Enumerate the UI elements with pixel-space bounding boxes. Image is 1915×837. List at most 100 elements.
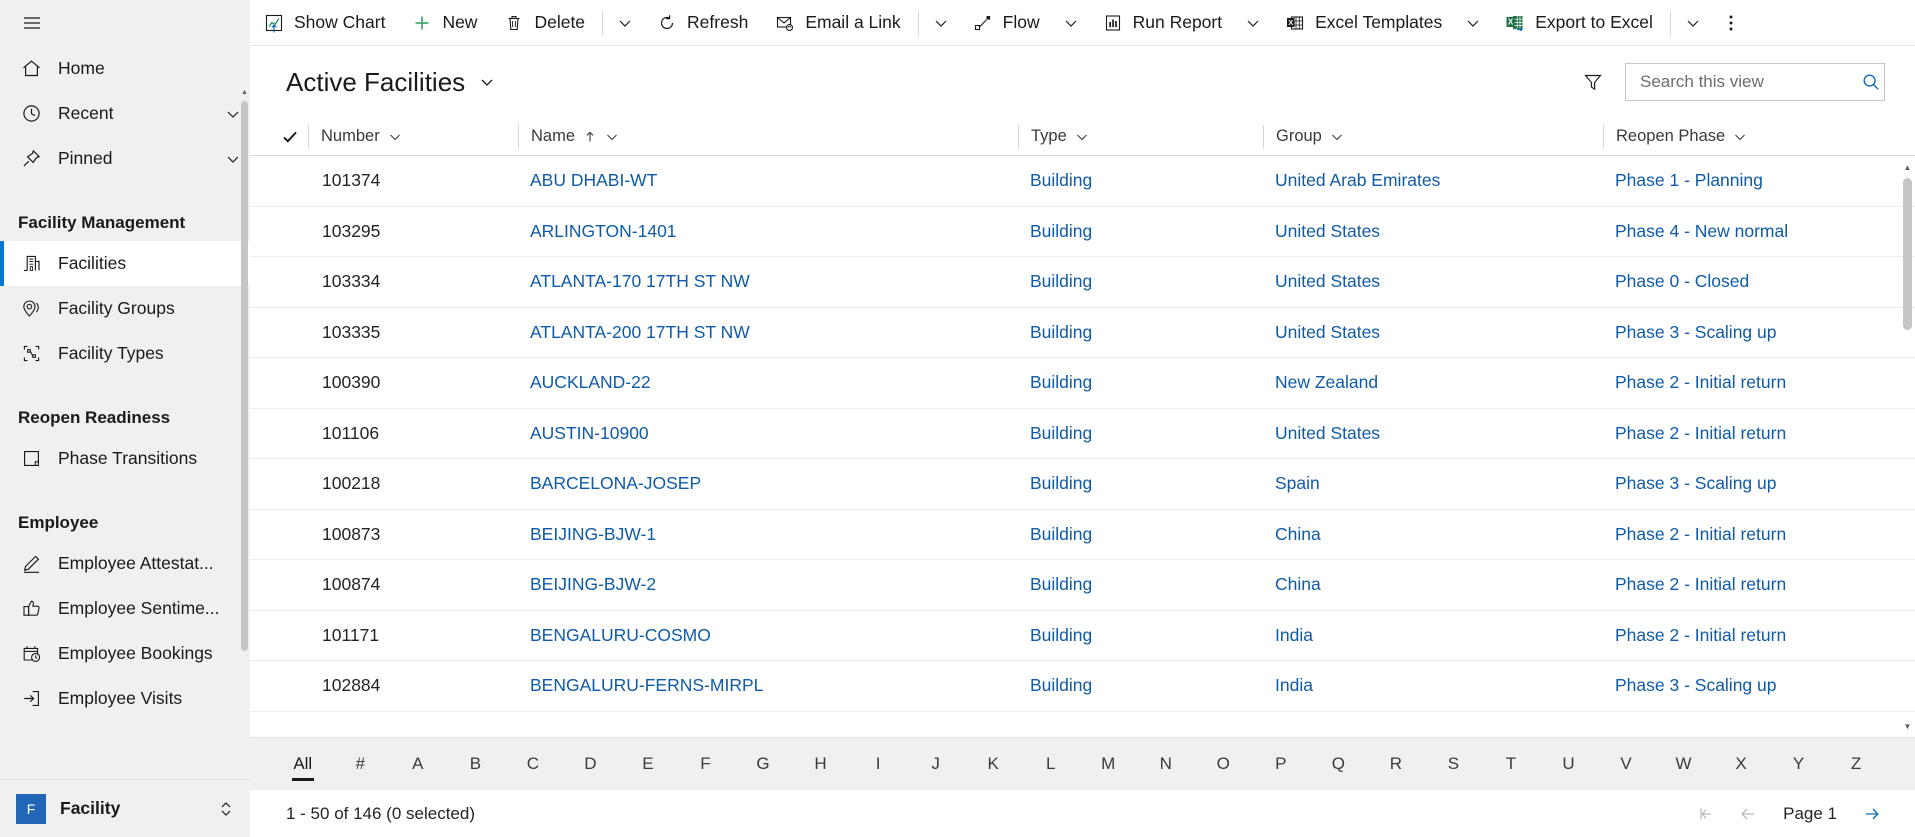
search-container[interactable]	[1625, 63, 1885, 101]
cell-reopen-phase-link[interactable]: Phase 1 - Planning	[1603, 170, 1851, 191]
alphabet-filter-u[interactable]: U	[1540, 747, 1598, 781]
sidebar-item-facilities[interactable]: Facilities	[0, 241, 250, 286]
alphabet-filter-q[interactable]: Q	[1310, 747, 1368, 781]
alphabet-filter-b[interactable]: B	[447, 747, 505, 781]
table-row[interactable]: 101171 BENGALURU-COSMO Building India Phase …	[250, 611, 1915, 661]
alphabet-filter-t[interactable]: T	[1482, 747, 1540, 781]
table-row[interactable]: 101374 ABU DHABI-WT Building United Arab Em…	[250, 156, 1915, 207]
email-a-link-caret-button[interactable]	[923, 0, 959, 46]
excel-templates-button[interactable]: X Excel Templates	[1271, 0, 1455, 46]
run-report-button[interactable]: Run Report	[1089, 0, 1236, 46]
cell-group-link[interactable]: United States	[1263, 423, 1603, 444]
alphabet-filter-z[interactable]: Z	[1827, 747, 1885, 781]
sidebar-item-phase-transitions[interactable]: Phase Transitions	[0, 436, 250, 481]
flow-button[interactable]: Flow	[959, 0, 1053, 46]
sidebar-item-employee-bookings[interactable]: Employee Bookings	[0, 631, 250, 676]
cell-type-link[interactable]: Building	[1018, 423, 1263, 444]
cell-group-link[interactable]: China	[1263, 574, 1603, 595]
cell-name-link[interactable]: AUCKLAND-22	[518, 372, 1018, 393]
cell-name-link[interactable]: BENGALURU-FERNS-MIRPL	[518, 675, 1018, 696]
cell-reopen-phase-link[interactable]: Phase 3 - Scaling up	[1603, 675, 1851, 696]
cell-reopen-phase-link[interactable]: Phase 3 - Scaling up	[1603, 322, 1851, 343]
sidebar-item-facility-types[interactable]: Facility Types	[0, 331, 250, 376]
alphabet-filter-all[interactable]: All	[274, 747, 332, 781]
alphabet-filter-f[interactable]: F	[677, 747, 735, 781]
run-report-caret-button[interactable]	[1235, 0, 1271, 46]
cell-name-link[interactable]: BENGALURU-COSMO	[518, 625, 1018, 646]
cell-type-link[interactable]: Building	[1018, 574, 1263, 595]
column-header-group[interactable]: Group	[1263, 124, 1603, 149]
show-chart-button[interactable]: Show Chart	[250, 0, 398, 46]
grid-scrollbar-thumb[interactable]	[1903, 178, 1912, 330]
first-page-button[interactable]	[1687, 795, 1725, 833]
excel-templates-caret-button[interactable]	[1455, 0, 1491, 46]
sidebar-item-facility-groups[interactable]: Facility Groups	[0, 286, 250, 331]
table-row[interactable]: 103295 ARLINGTON-1401 Building United State…	[250, 207, 1915, 257]
sidebar-item-home[interactable]: Home	[0, 46, 250, 91]
cell-group-link[interactable]: China	[1263, 524, 1603, 545]
cell-group-link[interactable]: Spain	[1263, 473, 1603, 494]
alphabet-filter-w[interactable]: W	[1655, 747, 1713, 781]
alphabet-filter-m[interactable]: M	[1079, 747, 1137, 781]
chevron-down-icon[interactable]	[1330, 130, 1344, 144]
next-page-button[interactable]	[1853, 795, 1891, 833]
column-header-number[interactable]: Number	[308, 124, 518, 149]
chevron-down-icon[interactable]	[477, 72, 497, 92]
alphabet-filter-j[interactable]: J	[907, 747, 965, 781]
cell-name-link[interactable]: BEIJING-BJW-1	[518, 524, 1018, 545]
cell-reopen-phase-link[interactable]: Phase 4 - New normal	[1603, 221, 1851, 242]
alphabet-filter-k[interactable]: K	[964, 747, 1022, 781]
cell-name-link[interactable]: ATLANTA-170 17TH ST NW	[518, 271, 1018, 292]
alphabet-filter-h[interactable]: H	[792, 747, 850, 781]
cell-type-link[interactable]: Building	[1018, 524, 1263, 545]
view-selector[interactable]: Active Facilities	[286, 67, 497, 98]
chevron-down-icon[interactable]	[1733, 130, 1747, 144]
cell-reopen-phase-link[interactable]: Phase 0 - Closed	[1603, 271, 1851, 292]
cell-reopen-phase-link[interactable]: Phase 2 - Initial return	[1603, 574, 1851, 595]
cell-name-link[interactable]: ABU DHABI-WT	[518, 170, 1018, 191]
cell-group-link[interactable]: India	[1263, 675, 1603, 696]
table-row[interactable]: 100218 BARCELONA-JOSEP Building Spain Phase …	[250, 459, 1915, 510]
cell-group-link[interactable]: United Arab Emirates	[1263, 170, 1603, 191]
sidebar-item-employee-attestations[interactable]: Employee Attestat...	[0, 541, 250, 586]
cell-type-link[interactable]: Building	[1018, 473, 1263, 494]
new-button[interactable]: New	[398, 0, 490, 46]
alphabet-filter-o[interactable]: O	[1195, 747, 1253, 781]
table-row[interactable]: 103334 ATLANTA-170 17TH ST NW Building Unit…	[250, 257, 1915, 308]
alphabet-filter-i[interactable]: I	[849, 747, 907, 781]
alphabet-filter-x[interactable]: X	[1712, 747, 1770, 781]
delete-button[interactable]: Delete	[490, 0, 598, 46]
column-header-type[interactable]: Type	[1018, 124, 1263, 149]
cell-reopen-phase-link[interactable]: Phase 2 - Initial return	[1603, 524, 1851, 545]
cell-reopen-phase-link[interactable]: Phase 3 - Scaling up	[1603, 473, 1851, 494]
sidebar-item-employee-visits[interactable]: Employee Visits	[0, 676, 250, 721]
sidebar-item-pinned[interactable]: Pinned	[0, 136, 250, 181]
cell-group-link[interactable]: New Zealand	[1263, 372, 1603, 393]
sidebar-scrollbar[interactable]: ▲ ▼	[241, 89, 248, 779]
alphabet-filter-n[interactable]: N	[1137, 747, 1195, 781]
previous-page-button[interactable]	[1729, 795, 1767, 833]
cell-type-link[interactable]: Building	[1018, 271, 1263, 292]
email-a-link-button[interactable]: Email a Link	[761, 0, 913, 46]
sidebar-item-recent[interactable]: Recent	[0, 91, 250, 136]
cell-group-link[interactable]: United States	[1263, 271, 1603, 292]
cell-group-link[interactable]: India	[1263, 625, 1603, 646]
cell-name-link[interactable]: BEIJING-BJW-2	[518, 574, 1018, 595]
alphabet-filter-l[interactable]: L	[1022, 747, 1080, 781]
site-map-toggle-button[interactable]	[0, 0, 250, 46]
alphabet-filter-e[interactable]: E	[619, 747, 677, 781]
table-row[interactable]: 100390 AUCKLAND-22 Building New Zealand Phas…	[250, 358, 1915, 409]
cell-type-link[interactable]: Building	[1018, 372, 1263, 393]
table-row[interactable]: 100874 BEIJING-BJW-2 Building China Phase 2 …	[250, 560, 1915, 611]
cell-reopen-phase-link[interactable]: Phase 2 - Initial return	[1603, 625, 1851, 646]
cell-name-link[interactable]: ATLANTA-200 17TH ST NW	[518, 322, 1018, 343]
alphabet-filter-s[interactable]: S	[1425, 747, 1483, 781]
refresh-button[interactable]: Refresh	[643, 0, 761, 46]
search-input[interactable]	[1640, 72, 1861, 92]
column-header-reopen-phase[interactable]: Reopen Phase	[1603, 124, 1851, 149]
flow-caret-button[interactable]	[1053, 0, 1089, 46]
alphabet-filter-r[interactable]: R	[1367, 747, 1425, 781]
export-to-excel-caret-button[interactable]	[1675, 0, 1711, 46]
alphabet-filter-c[interactable]: C	[504, 747, 562, 781]
cell-type-link[interactable]: Building	[1018, 625, 1263, 646]
